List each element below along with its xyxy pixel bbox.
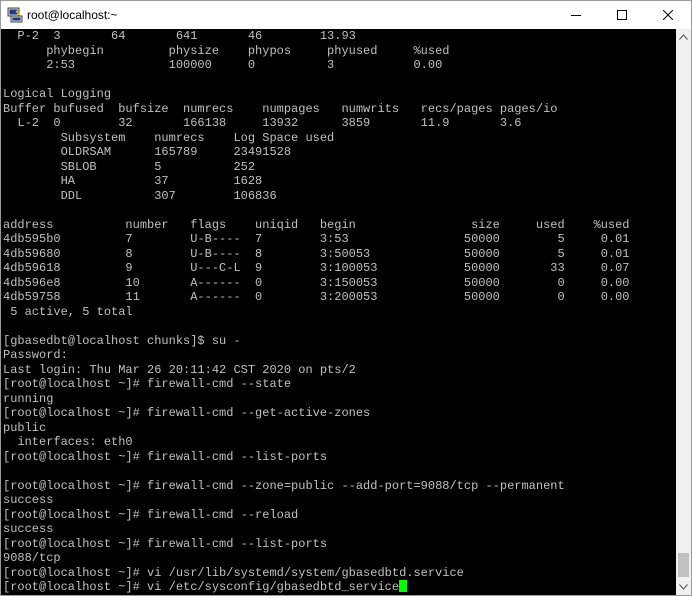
terminal-output[interactable]: P-2 3 64 641 46 13.93 phybegin physize p… [1,29,676,595]
terminal-line-text: public [3,420,47,435]
terminal-line-text: 4db59758 11 A------ 0 3:200053 50000 0 0… [3,290,630,304]
terminal-line: DDL 307 106836 [3,189,630,204]
close-icon [663,10,673,20]
terminal-line: [root@localhost ~]# firewall-cmd --reloa… [3,508,630,523]
terminal-line-text: [root@localhost ~]# firewall-cmd --list-… [3,536,328,551]
maximize-icon [617,10,627,20]
terminal-line: HA 37 1628 [3,174,630,189]
terminal-line: Password: [3,348,630,363]
terminal-line-text: [root@localhost ~]# firewall-cmd --get-a… [3,406,371,420]
terminal-line-text: 4db59680 8 U-B---- 8 3:50053 50000 5 0.0… [3,246,630,261]
terminal-line-text: [gbasedbt@localhost chunks]$ su - [3,333,241,348]
terminal-line: address number flags uniqid begin size u… [3,218,630,233]
terminal-line: 4db595b0 7 U-B---- 7 3:53 50000 5 0.01 [3,232,630,247]
terminal-line: Logical Logging [3,87,630,102]
terminal-line-text: phybegin physize phypos phyused %used [3,43,450,58]
terminal-line-text: 2:53 100000 0 3 0.00 [3,58,443,72]
terminal-line-text: Subsystem numrecs Log Space used [3,130,335,145]
scroll-up-button[interactable] [676,29,691,45]
terminal-lines: P-2 3 64 641 46 13.93 phybegin physize p… [3,29,630,595]
scrollbar-thumb[interactable] [678,553,689,577]
terminal-line: 9088/tcp [3,551,630,566]
close-button[interactable] [645,1,691,29]
terminal-line: [root@localhost ~]# vi /usr/lib/systemd/… [3,566,630,581]
terminal-line-text: 4db595b0 7 U-B---- 7 3:53 50000 5 0.01 [3,232,630,246]
title-bar[interactable]: root@localhost:~ [1,1,691,29]
terminal-line-text: 9088/tcp [3,551,61,565]
window-title: root@localhost:~ [27,8,118,22]
terminal-line-text: Last login: Thu Mar 26 20:11:42 CST 2020… [3,362,356,377]
terminal-line: 4db59758 11 A------ 0 3:200053 50000 0 0… [3,290,630,305]
minimize-button[interactable] [553,1,599,29]
putty-icon[interactable] [7,7,23,23]
minimize-icon [571,15,581,16]
scroll-down-button[interactable] [676,579,691,595]
text-cursor [399,580,408,592]
terminal-line-text: 4db596e8 10 A------ 0 3:150053 50000 0 0… [3,275,630,290]
maximize-button[interactable] [599,1,645,29]
terminal-line-text: Password: [3,348,68,362]
terminal-line-text: [root@localhost ~]# vi /usr/lib/systemd/… [3,565,464,580]
terminal-line: [root@localhost ~]# firewall-cmd --list-… [3,450,630,465]
terminal-line: running [3,392,630,407]
terminal-line-text: 4db59618 9 U---C-L 9 3:100053 50000 33 0… [3,261,630,275]
terminal-line: Subsystem numrecs Log Space used [3,131,630,146]
terminal-line-text: Buffer bufused bufsize numrecs numpages … [3,101,558,116]
terminal-line: SBLOB 5 252 [3,160,630,175]
terminal-line: [root@localhost ~]# vi /etc/sysconfig/gb… [3,580,630,595]
terminal-line-text: success [3,522,54,536]
terminal-line-text: [root@localhost ~]# vi /etc/sysconfig/gb… [3,580,400,594]
terminal-line: 4db59618 9 U---C-L 9 3:100053 50000 33 0… [3,261,630,276]
terminal-line-text: [root@localhost ~]# firewall-cmd --zone=… [3,478,565,493]
terminal-line: success [3,522,630,537]
terminal-line: interfaces: eth0 [3,435,630,450]
terminal-line-text: DDL 307 106836 [3,188,277,203]
terminal-line-text: address number flags uniqid begin size u… [3,217,630,232]
terminal-line: [gbasedbt@localhost chunks]$ su - [3,334,630,349]
chevron-up-icon [679,34,688,40]
terminal-line: P-2 3 64 641 46 13.93 [3,29,630,44]
chevron-down-icon [679,584,688,590]
terminal-line: [root@localhost ~]# firewall-cmd --get-a… [3,406,630,421]
terminal-line: Buffer bufused bufsize numrecs numpages … [3,102,630,117]
terminal-line: 2:53 100000 0 3 0.00 [3,58,630,73]
terminal-line-text: L-2 0 32 166138 13932 3859 11.9 3.6 [3,116,522,130]
terminal-window: root@localhost:~ P-2 3 64 641 46 13.93 p… [0,0,692,596]
terminal-line-text: P-2 3 64 641 46 13.93 [3,29,356,43]
terminal-line: 4db596e8 10 A------ 0 3:150053 50000 0 0… [3,276,630,291]
terminal-line-text: Logical Logging [3,87,112,101]
terminal-line-text: [root@localhost ~]# firewall-cmd --state [3,377,292,391]
terminal-line-text: [root@localhost ~]# firewall-cmd --reloa… [3,507,299,522]
terminal-line: phybegin physize phypos phyused %used [3,44,630,59]
terminal-line-text: OLDRSAM 165789 23491528 [3,145,292,159]
terminal-line: OLDRSAM 165789 23491528 [3,145,630,160]
terminal-line: [root@localhost ~]# firewall-cmd --state [3,377,630,392]
terminal-line-text: 5 active, 5 total [3,304,133,319]
terminal-line-text: running [3,391,54,406]
terminal-line: L-2 0 32 166138 13932 3859 11.9 3.6 [3,116,630,131]
terminal-line-text: success [3,493,54,507]
terminal-line-text: HA 37 1628 [3,174,263,188]
terminal-line: 5 active, 5 total [3,305,630,320]
vertical-scrollbar[interactable] [676,29,691,595]
terminal-line: [root@localhost ~]# firewall-cmd --zone=… [3,479,630,494]
terminal-line: [root@localhost ~]# firewall-cmd --list-… [3,537,630,552]
terminal-line: Last login: Thu Mar 26 20:11:42 CST 2020… [3,363,630,378]
terminal-line: public [3,421,630,436]
terminal-line: 4db59680 8 U-B---- 8 3:50053 50000 5 0.0… [3,247,630,262]
terminal-line-text: SBLOB 5 252 [3,159,256,174]
terminal-line-text: [root@localhost ~]# firewall-cmd --list-… [3,449,328,464]
terminal-line-text: interfaces: eth0 [3,435,133,449]
terminal-line: success [3,493,630,508]
